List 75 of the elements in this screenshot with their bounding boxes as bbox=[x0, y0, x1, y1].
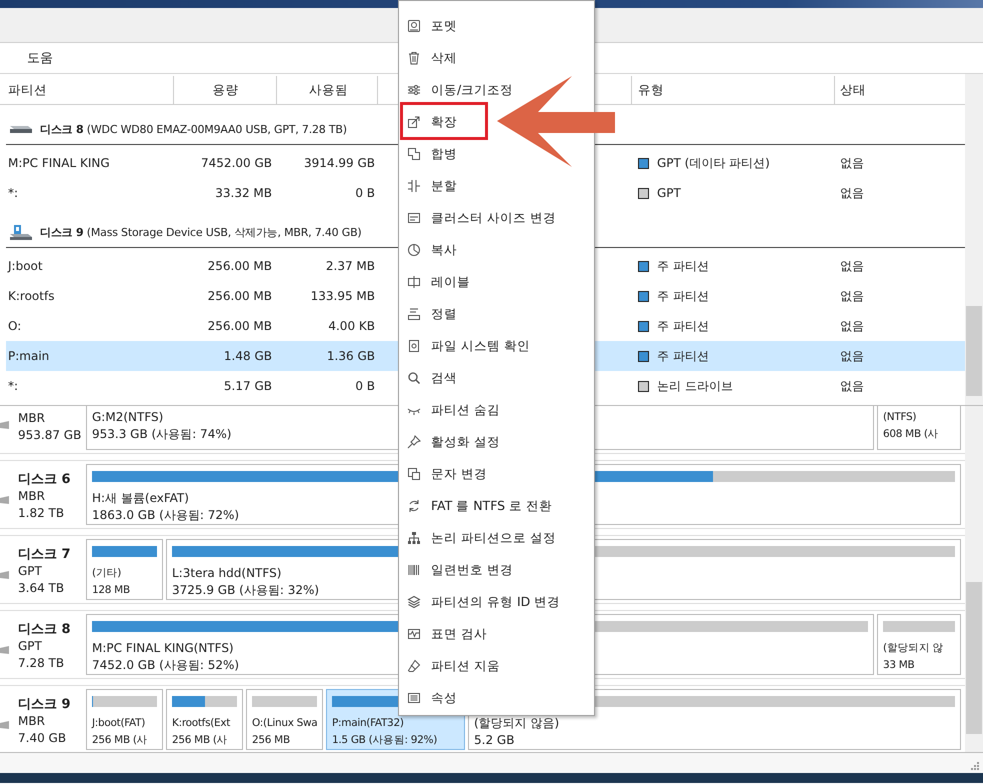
partition-detail: 33 MB bbox=[883, 658, 914, 673]
table-cell-text: 2.37 MB bbox=[324, 258, 376, 275]
partition-label: G:M2(NTFS) bbox=[92, 409, 164, 426]
table-cell-text: 없음 bbox=[839, 378, 865, 394]
table-cell-text: 256.00 MB bbox=[206, 318, 273, 335]
table-cell-text: *: bbox=[7, 378, 20, 395]
partition-label: (기타) bbox=[92, 566, 121, 581]
table-cell-text: 1.36 GB bbox=[326, 348, 376, 365]
disk-style: GPT bbox=[18, 563, 43, 580]
table-cell-text: 33.32 MB bbox=[214, 185, 273, 202]
partition-detail: 3725.9 GB (사용됨: 32%) bbox=[172, 582, 320, 599]
table-cell: GPT bbox=[657, 186, 681, 200]
table-cell: 주 파티션 bbox=[657, 258, 709, 274]
disk-style: MBR bbox=[18, 410, 46, 427]
partition-label: O:(Linux Swa bbox=[252, 716, 318, 731]
disk-name: 디스크 7 bbox=[18, 546, 72, 563]
partition-label: K:rootfs(Ext bbox=[172, 716, 230, 731]
partition-detail: 256 MB (사 bbox=[172, 733, 228, 748]
partition-detail: 1.5 GB (사용됨: 92%) bbox=[332, 733, 438, 748]
disk-style: GPT bbox=[18, 638, 43, 655]
partition-detail: 953.3 GB (사용됨: 74%) bbox=[92, 426, 232, 443]
disk-style: MBR bbox=[18, 488, 46, 505]
table-cell-text: 7452.00 GB bbox=[200, 155, 273, 172]
table-cell-text: 5.17 GB bbox=[222, 378, 273, 395]
disk-name: 디스크 8 bbox=[18, 621, 72, 638]
table-cell-text: 없음 bbox=[839, 288, 865, 304]
partition-detail: 256 MB bbox=[252, 733, 290, 748]
table-cell: GPT (데이타 파티션) bbox=[657, 154, 770, 172]
table-cell-text: 없음 bbox=[839, 154, 865, 172]
table-cell-text: K:rootfs bbox=[7, 288, 56, 305]
disk-style: MBR bbox=[18, 713, 46, 730]
table-cell-text: 256.00 MB bbox=[206, 288, 273, 305]
table-cell-text: 0 B bbox=[354, 185, 376, 202]
disk-name: 디스크 6 bbox=[18, 471, 72, 488]
table-cell-text: O: bbox=[7, 318, 22, 335]
partition-label: (할당되지 않음) bbox=[474, 715, 560, 732]
table-cell-text: 256.00 MB bbox=[206, 258, 273, 275]
table-cell-text: P:main bbox=[7, 348, 50, 365]
disk-size: 3.64 TB bbox=[18, 580, 66, 597]
table-cell-text: 133.95 MB bbox=[310, 288, 376, 305]
partition-label: (할당되지 않 bbox=[883, 641, 944, 656]
disk-size: 7.28 TB bbox=[18, 655, 66, 672]
partition-detail: 1863.0 GB (사용됨: 72%) bbox=[92, 507, 240, 524]
partition-label: L:3tera hdd(NTFS) bbox=[172, 565, 282, 582]
table-cell-text: 3914.99 GB bbox=[303, 155, 376, 172]
table-cell-text: 없음 bbox=[839, 184, 865, 202]
partition-label: H:새 볼륨(exFAT) bbox=[92, 490, 189, 507]
partition-detail: 128 MB bbox=[92, 583, 130, 598]
partition-detail: 256 MB (사 bbox=[92, 733, 148, 748]
partition-label: (NTFS) bbox=[883, 410, 916, 425]
partition-detail: 7452.0 GB (사용됨: 52%) bbox=[92, 657, 240, 674]
table-cell-text: M:PC FINAL KING bbox=[7, 155, 111, 172]
disk-name: 디스크 9 bbox=[18, 696, 72, 713]
table-cell-text: 0 B bbox=[354, 378, 376, 395]
table-cell-text: *: bbox=[7, 185, 20, 202]
table-cell-text: 없음 bbox=[839, 318, 865, 334]
partition-label: P:main(FAT32) bbox=[332, 716, 404, 731]
table-cell: 주 파티션 bbox=[657, 288, 709, 304]
disk-title: 디스크 9 (Mass Storage Device USB, 삭제가능, MBR, 7.40 GB) bbox=[40, 225, 362, 240]
partition-label: J:boot(FAT) bbox=[92, 716, 146, 731]
partition-label: M:PC FINAL KING(NTFS) bbox=[92, 640, 234, 657]
disk-size: 1.82 TB bbox=[18, 505, 66, 522]
table-cell-text: J:boot bbox=[6, 258, 44, 275]
table-cell-text: 4.00 KB bbox=[327, 318, 376, 335]
disk-size: 953.87 GB bbox=[18, 427, 82, 444]
disk-title: 디스크 8 (WDC WD80 EMAZ-00M9AA0 USB, GPT, 7.28 TB) bbox=[40, 122, 347, 137]
partition-detail: 5.2 GB bbox=[474, 732, 514, 749]
table-cell: 주 파티션 bbox=[657, 348, 709, 364]
partition-detail: 608 MB (사 bbox=[883, 427, 938, 442]
table-cell: 주 파티션 bbox=[657, 318, 709, 334]
table-cell-text: 1.48 GB bbox=[222, 348, 273, 365]
table-cell: 논리 드라이브 bbox=[657, 378, 733, 394]
table-cell-text: 없음 bbox=[839, 348, 865, 364]
disk-size: 7.40 GB bbox=[18, 730, 68, 747]
table-cell-text: 없음 bbox=[839, 258, 865, 274]
